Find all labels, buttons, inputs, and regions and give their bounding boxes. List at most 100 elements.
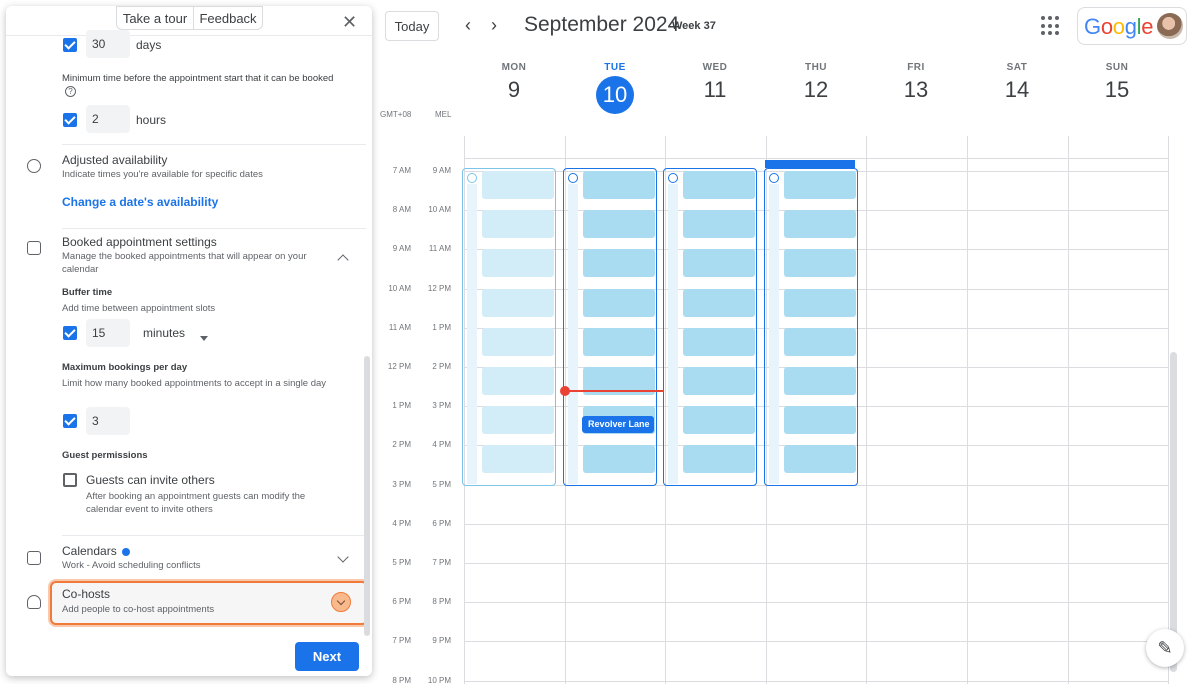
- appointment-slot[interactable]: [482, 406, 554, 435]
- time-label-secondary: 4 PM: [432, 440, 451, 450]
- account-switcher[interactable]: Google: [1077, 7, 1187, 45]
- appointment-slot[interactable]: [582, 249, 655, 278]
- time-label-secondary: 1 PM: [432, 322, 451, 332]
- cohosts-subtitle: Add people to co-host appointments: [62, 604, 215, 615]
- appointment-slot[interactable]: [683, 249, 756, 278]
- appointment-slot[interactable]: [582, 288, 655, 317]
- time-label: 7 PM: [392, 636, 411, 646]
- appointment-slot[interactable]: [783, 288, 856, 317]
- min-time-checkbox[interactable]: [63, 113, 77, 127]
- next-button[interactable]: Next: [295, 642, 359, 671]
- day-name: SUN: [1105, 62, 1129, 73]
- chevron-up-icon[interactable]: [337, 254, 349, 266]
- chevron-down-icon[interactable]: [337, 551, 349, 563]
- caret-down-icon[interactable]: [200, 336, 208, 341]
- change-date-availability-link[interactable]: Change a date's availability: [62, 195, 218, 209]
- min-time-input[interactable]: 2: [86, 105, 130, 133]
- appointment-slot[interactable]: [683, 171, 756, 199]
- day-number: 12: [803, 77, 829, 102]
- appointment-slot[interactable]: [783, 367, 856, 395]
- appointment-slot[interactable]: [683, 445, 756, 474]
- chevron-down-icon[interactable]: [331, 592, 351, 612]
- panel-scrollbar[interactable]: [364, 356, 370, 636]
- guests-invite-description: After booking an appointment guests can …: [86, 491, 306, 515]
- time-label: 4 PM: [392, 518, 411, 528]
- feedback-button[interactable]: Feedback: [193, 6, 263, 30]
- appointment-slot[interactable]: [582, 445, 655, 474]
- max-days-checkbox[interactable]: [63, 38, 77, 52]
- appointment-slot[interactable]: [783, 249, 856, 278]
- edit-pencil-icon[interactable]: ✎: [1146, 629, 1184, 667]
- appointment-slot[interactable]: [482, 327, 554, 356]
- appointment-slot[interactable]: [482, 249, 554, 278]
- week-label: Week 37: [672, 20, 716, 32]
- max-bookings-title: Maximum bookings per day: [62, 362, 188, 373]
- appointment-slot[interactable]: [482, 210, 554, 239]
- appointment-slot[interactable]: [683, 288, 756, 317]
- time-label: 8 AM: [392, 205, 411, 215]
- appointment-slot[interactable]: [582, 171, 655, 199]
- appointment-slot[interactable]: [482, 367, 554, 395]
- max-bookings-checkbox[interactable]: [63, 414, 77, 428]
- day-name: THU: [804, 62, 828, 73]
- hour-gridline: [464, 680, 1168, 682]
- appointment-slot[interactable]: [482, 288, 554, 317]
- calendar-scrollbar[interactable]: [1170, 352, 1177, 672]
- max-days-unit: days: [136, 38, 162, 52]
- today-day-number: 10: [596, 76, 634, 114]
- day-gridline: [967, 136, 968, 684]
- column-strip: [567, 184, 578, 484]
- buffer-time-unit-select[interactable]: minutes: [143, 326, 185, 340]
- appointment-slot[interactable]: [783, 210, 856, 239]
- time-label-secondary: 12 PM: [427, 283, 451, 293]
- help-icon[interactable]: ?: [65, 85, 76, 97]
- buffer-time-checkbox[interactable]: [63, 326, 77, 340]
- appointment-slot[interactable]: [783, 171, 856, 199]
- day-header-mon[interactable]: MON 9: [464, 62, 564, 103]
- apps-grid-icon[interactable]: [1041, 16, 1061, 36]
- event-revolver-lane[interactable]: Revolver Lane: [582, 416, 654, 433]
- day-header-fri[interactable]: FRI 13: [866, 62, 966, 103]
- today-button[interactable]: Today: [385, 11, 439, 41]
- cohosts-title: Co-hosts: [62, 587, 111, 601]
- buffer-time-input[interactable]: 15: [86, 319, 130, 347]
- time-label-secondary: 10 PM: [427, 675, 451, 684]
- time-label-secondary: 6 PM: [432, 518, 451, 528]
- calendar-check-icon: [27, 241, 41, 255]
- appointment-schedule-icon: [567, 173, 578, 183]
- appointment-slot[interactable]: [783, 327, 856, 356]
- chevron-left-icon[interactable]: ‹: [457, 14, 479, 36]
- appointment-slot[interactable]: [482, 171, 554, 199]
- max-days-input[interactable]: 30: [86, 30, 130, 58]
- appointment-slot[interactable]: [783, 445, 856, 474]
- take-tour-button[interactable]: Take a tour: [116, 6, 194, 30]
- close-icon[interactable]: ✕: [342, 12, 357, 33]
- day-header-thu[interactable]: THU 12: [766, 62, 866, 103]
- time-label: 5 PM: [392, 558, 411, 567]
- column-strip: [768, 184, 779, 484]
- appointment-slot[interactable]: [683, 406, 756, 435]
- time-label: 2 PM: [392, 440, 411, 450]
- day-header-wed[interactable]: WED 11: [665, 62, 765, 103]
- day-header-tue[interactable]: TUE 10: [565, 62, 665, 114]
- appointment-slot[interactable]: [783, 406, 856, 435]
- appointment-slot[interactable]: [582, 210, 655, 239]
- guests-invite-label: Guests can invite others: [86, 473, 215, 487]
- max-bookings-input[interactable]: 3: [86, 407, 130, 435]
- time-label: 6 PM: [392, 597, 411, 607]
- appointment-slot[interactable]: [482, 445, 554, 474]
- month-title: September 2024: [524, 13, 680, 36]
- avatar[interactable]: [1157, 13, 1183, 39]
- time-label-secondary: 8 PM: [432, 597, 451, 607]
- appointment-slot[interactable]: [683, 210, 756, 239]
- appointment-slot[interactable]: [683, 327, 756, 356]
- appointment-slot[interactable]: [683, 367, 756, 395]
- day-gridline: [1067, 136, 1069, 684]
- timezone-secondary: MEL: [435, 110, 452, 119]
- chevron-right-icon[interactable]: ›: [483, 14, 505, 36]
- day-header-sun[interactable]: SUN 15: [1067, 62, 1167, 103]
- day-header-sat[interactable]: SAT 14: [967, 62, 1067, 103]
- appointment-slot[interactable]: [582, 327, 655, 356]
- google-logo: Google: [1084, 14, 1154, 39]
- guests-invite-checkbox[interactable]: [63, 473, 77, 487]
